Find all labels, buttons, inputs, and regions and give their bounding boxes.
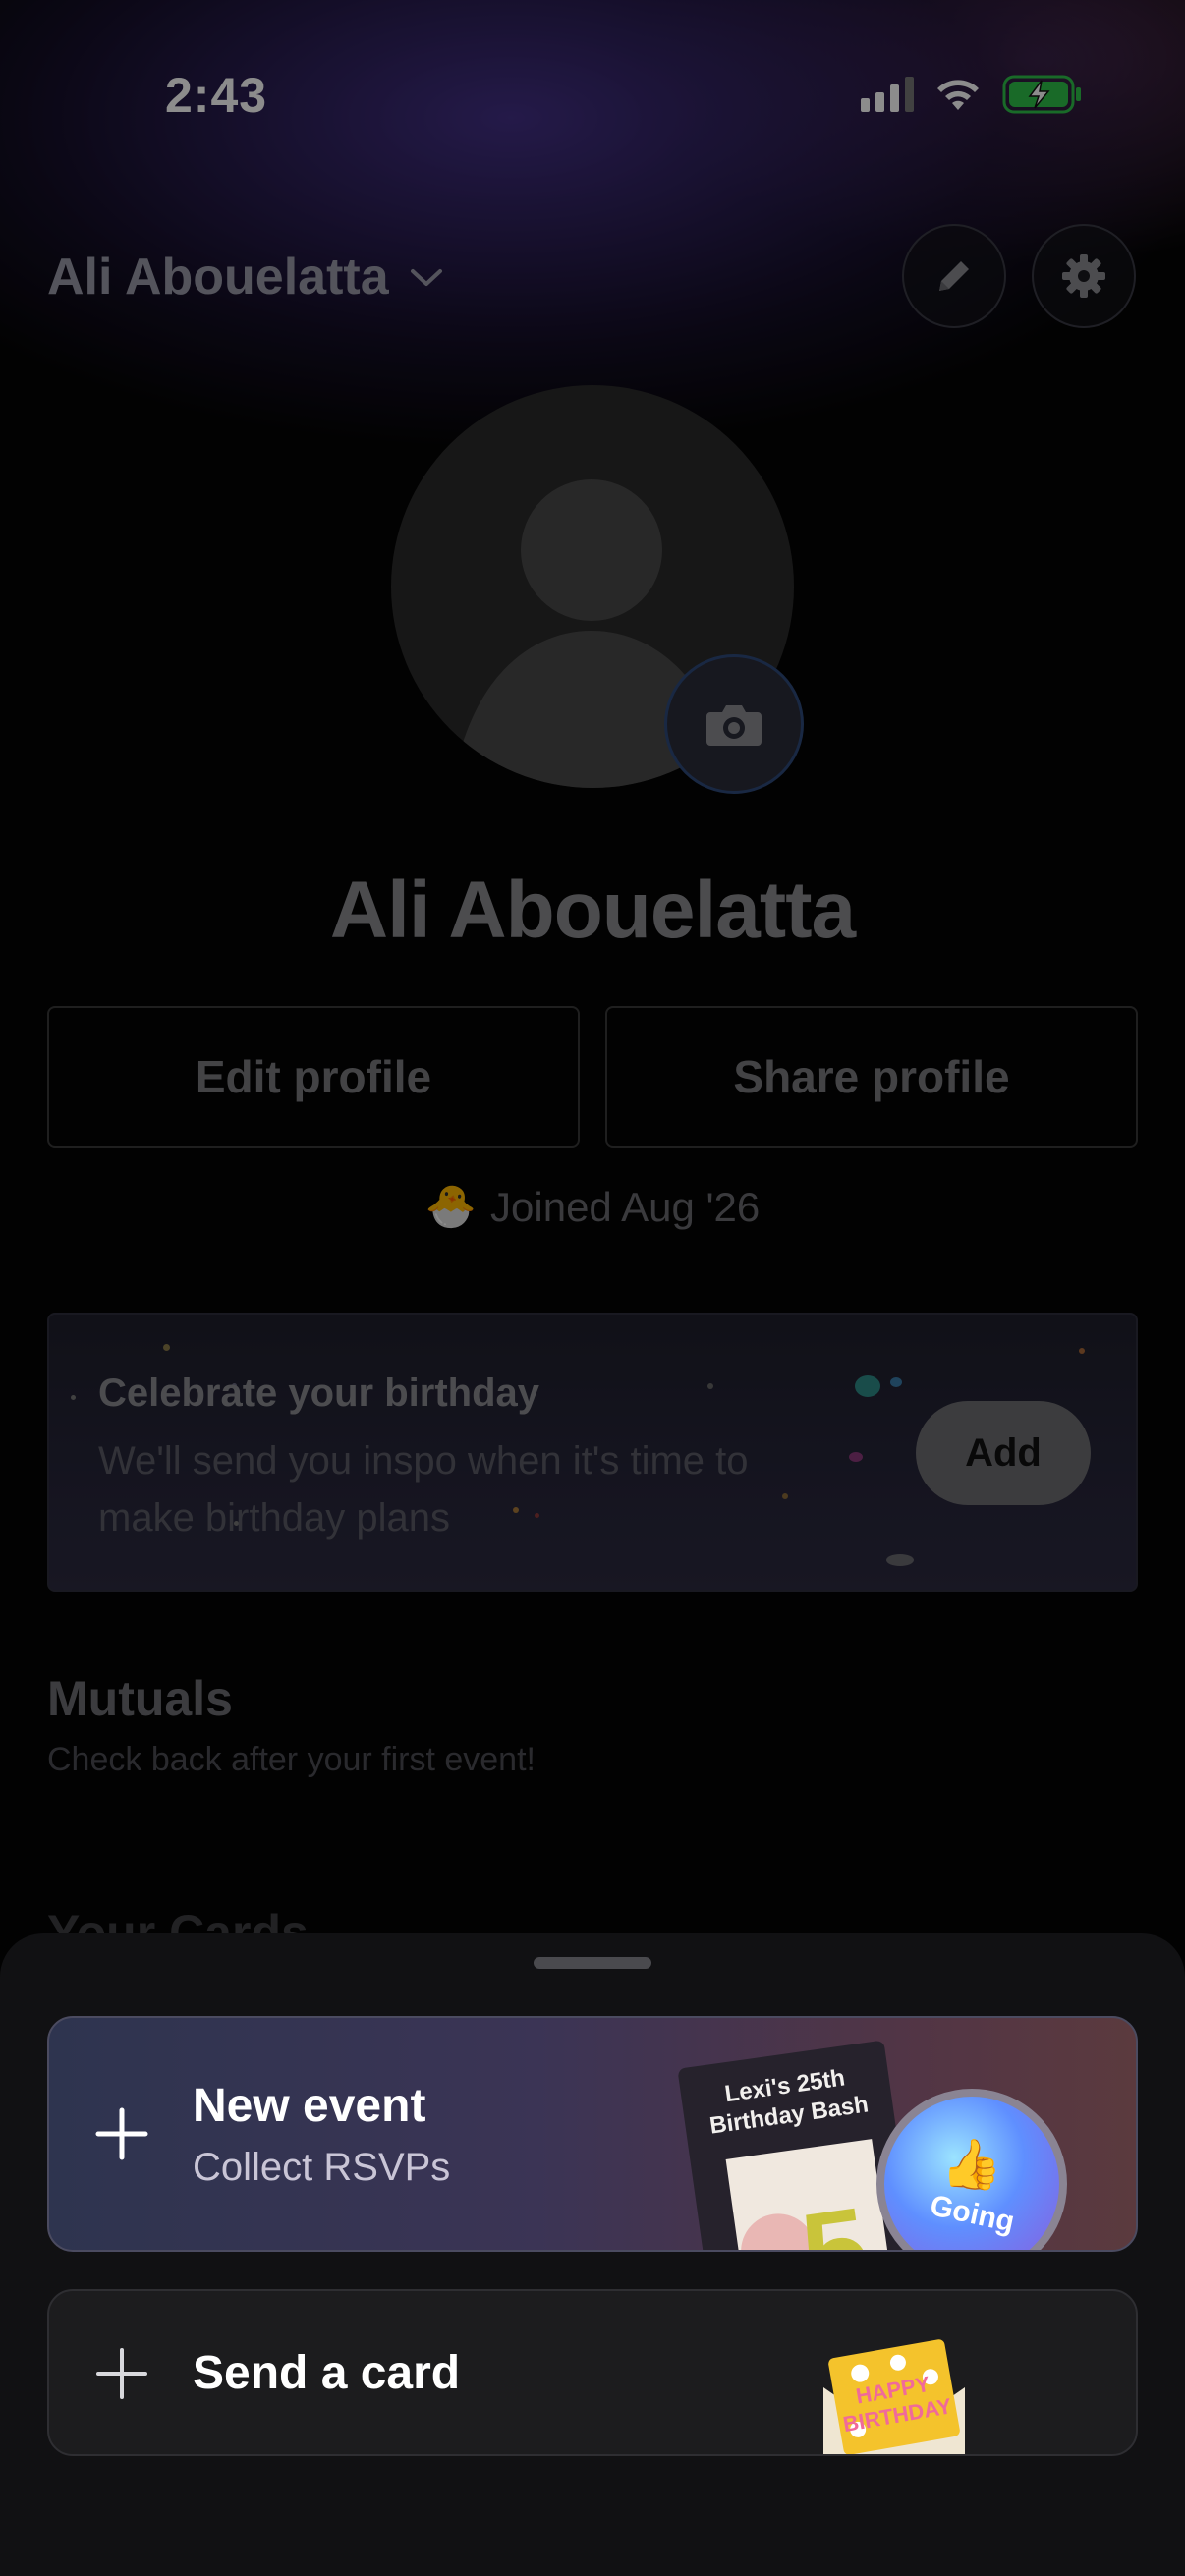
going-label: Going [927, 2189, 1017, 2239]
poster-art: 5 [725, 2139, 895, 2252]
settings-button[interactable] [1032, 224, 1136, 328]
create-bottom-sheet: New event Collect RSVPs Lexi's 25th Birt… [0, 1933, 1185, 2576]
battery-charging-icon [1002, 75, 1081, 114]
new-event-button[interactable]: New event Collect RSVPs Lexi's 25th Birt… [47, 2016, 1138, 2252]
birthday-card-title: Celebrate your birthday [98, 1372, 540, 1415]
hatching-chick-icon: 🐣 [424, 1183, 478, 1229]
gear-icon [1062, 254, 1105, 298]
wifi-icon [937, 80, 979, 110]
poster-text: Lexi's 25th Birthday Bash [707, 2064, 871, 2140]
share-profile-button[interactable]: Share profile [605, 1006, 1138, 1148]
birthday-card: Celebrate your birthday We'll send you i… [47, 1313, 1138, 1592]
joined-info: 🐣 Joined Aug '26 [0, 1183, 1185, 1231]
sheet-grabber[interactable] [534, 1957, 651, 1969]
profile-screen: 2:43 Ali Abouelatta Ali Abouelatta Edit … [0, 0, 1185, 2576]
change-photo-button[interactable] [664, 654, 804, 794]
edit-profile-button[interactable]: Edit profile [47, 1006, 580, 1148]
birthday-envelope-icon: HAPPY BIRTHDAY [823, 2339, 965, 2454]
event-poster-image: Lexi's 25th Birthday Bash 5 [677, 2040, 917, 2252]
chevron-down-icon [410, 269, 442, 286]
camera-icon [706, 705, 762, 746]
account-name: Ali Abouelatta [47, 249, 389, 306]
birthday-card-subtitle: We'll send you inspo when it's time to m… [98, 1439, 749, 1540]
signal-icon [861, 77, 914, 112]
status-icons [861, 75, 1083, 114]
svg-text:5: 5 [794, 2182, 877, 2252]
account-switcher[interactable]: Ali Abouelatta [47, 248, 446, 307]
new-event-subtitle: Collect RSVPs [193, 2146, 451, 2189]
send-card-button[interactable]: Send a card HAPPY BIRTHDAY [47, 2289, 1138, 2456]
pencil-icon [939, 261, 969, 291]
new-event-title: New event [193, 2080, 426, 2132]
plus-icon [95, 2107, 148, 2160]
going-badge: 👍 Going [876, 2089, 1067, 2250]
plus-icon [96, 2348, 147, 2399]
status-time: 2:43 [165, 68, 268, 123]
edit-button[interactable] [902, 224, 1006, 328]
thumbs-up-icon: 👍 [940, 2137, 1003, 2192]
joined-text: Joined Aug '26 [490, 1183, 761, 1230]
mutuals-subtitle: Check back after your first event! [47, 1741, 536, 1778]
send-card-title: Send a card [193, 2347, 461, 2399]
profile-name: Ali Abouelatta [329, 866, 856, 955]
add-birthday-button[interactable]: Add [916, 1401, 1091, 1505]
mutuals-title: Mutuals [47, 1671, 233, 1726]
